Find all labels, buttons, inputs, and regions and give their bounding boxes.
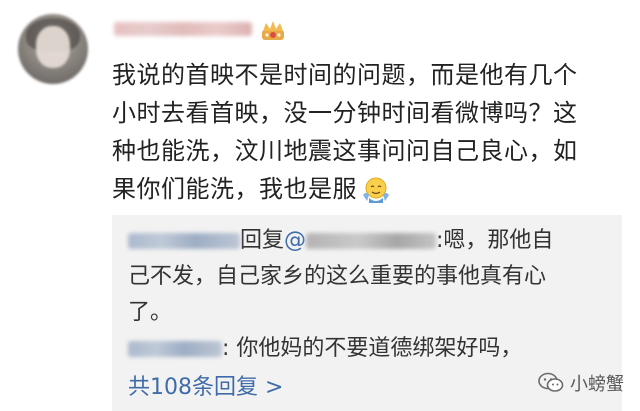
reply-author-blurred[interactable] xyxy=(128,341,222,357)
reply-line: 回复@ :嗯，那他自 xyxy=(128,223,553,259)
reply-item: 回复@ :嗯，那他自 己不发，自己家乡的这么重要的事他真有心 了。 xyxy=(128,223,553,331)
mention-at-sign[interactable]: @ xyxy=(284,228,306,253)
comment-line: 果你们能洗，我也是服 xyxy=(112,170,612,208)
mentioned-user-blurred[interactable] xyxy=(306,233,437,249)
reply-text: :嗯，那他自 xyxy=(436,228,554,253)
weibo-comment-card: 我说的首映不是时间的问题，而是他有几个 小时去看首映，没一分钟时间看微博吗？这 … xyxy=(0,0,640,411)
reply-line: 己不发，自己家乡的这么重要的事他真有心 xyxy=(128,264,547,289)
reply-text: : 你他妈的不要道德绑架好吗， xyxy=(222,336,523,361)
watermark-text: 小螃蟹 xyxy=(570,374,624,395)
reply-item: : 你他妈的不要道德绑架好吗， xyxy=(128,331,522,367)
comment-body: 我说的首映不是时间的问题，而是他有几个 小时去看首映，没一分钟时间看微博吗？这 … xyxy=(112,56,612,208)
avatar[interactable] xyxy=(18,14,88,84)
comment-line: 小时去看首映，没一分钟时间看微博吗？这 xyxy=(112,99,578,127)
crown-badge-icon xyxy=(262,21,284,40)
avatar-face xyxy=(36,26,70,68)
wechat-icon xyxy=(538,372,564,392)
reply-label: 回复 xyxy=(240,228,285,253)
shrug-emoji-icon xyxy=(363,177,389,203)
reply-line: 了。 xyxy=(128,300,173,325)
comment-line: 我说的首映不是时间的问题，而是他有几个 xyxy=(112,61,578,89)
more-replies-link[interactable]: 共108条回复 > xyxy=(128,373,283,403)
comment-line-text: 果你们能洗，我也是服 xyxy=(112,175,357,203)
comment-line: 种也能洗，汶川地震这事问问自己良心，如 xyxy=(112,137,578,165)
watermark: 小螃蟹 xyxy=(538,370,624,396)
reply-author-blurred[interactable] xyxy=(128,233,240,249)
reply-line: : 你他妈的不要道德绑架好吗， xyxy=(128,331,522,367)
username-blurred[interactable] xyxy=(114,22,252,36)
